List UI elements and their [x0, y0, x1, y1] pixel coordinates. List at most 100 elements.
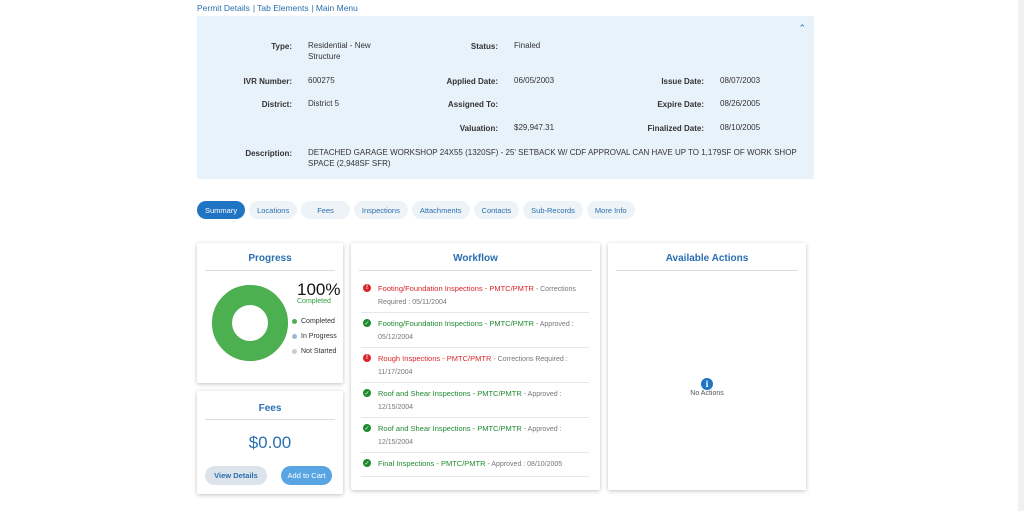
progress-donut-chart	[212, 285, 288, 361]
workflow-item-name[interactable]: Roof and Shear Inspections - PMTC/PMTR	[378, 424, 522, 433]
type-value-line2: Structure	[308, 52, 341, 61]
legend-dot-not-started	[292, 349, 297, 354]
tab-summary[interactable]: Summary	[197, 201, 246, 219]
valuation-label: Valuation:	[459, 124, 498, 133]
legend-dot-in-progress	[292, 334, 297, 339]
available-actions-title: Available Actions	[665, 253, 749, 264]
workflow-item-name[interactable]: Footing/Foundation Inspections - PMTC/PM…	[378, 284, 534, 293]
workflow-item-status-line2: 12/15/2004	[378, 404, 414, 411]
workflow-item-status-line2: 11/17/2004	[378, 369, 413, 376]
workflow-item: ✓ Footing/Foundation Inspections - PMTC/…	[361, 319, 589, 348]
workflow-item-status: - Corrections	[533, 286, 576, 293]
card-divider	[359, 270, 592, 271]
breadcrumb-nav: Permit Details | Tab Elements | Main Men…	[197, 3, 358, 13]
workflow-title: Workflow	[453, 253, 498, 264]
progress-percent-label: Completed	[297, 298, 331, 305]
available-actions-card: Available Actions i No Actions	[608, 243, 806, 490]
district-label: District:	[261, 100, 292, 109]
description-label: Description:	[245, 149, 292, 158]
nav-separator: |	[311, 3, 314, 13]
tab-fees[interactable]: Fees	[301, 201, 350, 219]
workflow-item: ✓ Roof and Shear Inspections - PMTC/PMTR…	[361, 389, 589, 418]
workflow-item-status-line2: Required : 05/11/2004	[378, 299, 447, 306]
workflow-item-text: Footing/Foundation Inspections - PMTC/PM…	[378, 318, 593, 344]
workflow-item: ✓ Final Inspections - PMTC/PMTR - Approv…	[361, 459, 589, 477]
no-actions-text: No Actions	[690, 390, 724, 397]
description-line1: DETACHED GARAGE WORKSHOP 24X55 (1320SF) …	[308, 148, 797, 157]
finalized-date-label: Finalized Date:	[647, 124, 704, 133]
workflow-item-text: Roof and Shear Inspections - PMTC/PMTR -…	[378, 423, 593, 449]
workflow-item-status-line2: 12/15/2004	[378, 439, 414, 446]
check-circle-icon: ✓	[363, 459, 371, 467]
permit-info-panel: ⌃ Type: Residential - New Structure Stat…	[197, 16, 814, 179]
legend-not-started: Not Started	[292, 348, 336, 355]
workflow-item-status: - Approved : 08/10/2005	[485, 461, 563, 468]
card-divider	[205, 270, 335, 271]
legend-completed: Completed	[292, 318, 335, 325]
workflow-item-name[interactable]: Footing/Foundation Inspections - PMTC/PM…	[378, 319, 534, 328]
scrollbar[interactable]	[1018, 0, 1024, 511]
legend-not-started-label: Not Started	[301, 348, 337, 355]
view-details-button[interactable]: View Details	[205, 466, 267, 485]
progress-percent: 100%	[297, 280, 341, 299]
status-value: Finaled	[514, 41, 541, 50]
fees-card: Fees $0.00 View Details Add to Cart	[197, 391, 343, 494]
legend-completed-label: Completed	[301, 318, 335, 325]
type-label: Type:	[271, 42, 292, 51]
workflow-item-status-line2: 05/12/2004	[378, 334, 414, 341]
workflow-item-status: - Approved :	[533, 321, 574, 328]
workflow-item: ! Footing/Foundation Inspections - PMTC/…	[361, 284, 589, 313]
issue-date-value: 08/07/2003	[720, 76, 761, 85]
workflow-item-status: - Approved :	[521, 391, 562, 398]
progress-title: Progress	[248, 253, 292, 264]
fees-title: Fees	[258, 403, 282, 414]
tab-attachments[interactable]: Attachments	[411, 201, 470, 219]
workflow-item-text: Final Inspections - PMTC/PMTR - Approved…	[378, 458, 593, 471]
workflow-item-name[interactable]: Final Inspections - PMTC/PMTR	[378, 459, 486, 468]
tab-more-info[interactable]: More Info	[586, 201, 635, 219]
description-line2: SPACE (2,948SF SFR)	[308, 159, 391, 168]
legend-dot-completed	[292, 319, 297, 324]
expire-date-value: 08/26/2005	[720, 99, 761, 108]
workflow-item-text: Rough Inspections - PMTC/PMTR - Correcti…	[378, 353, 593, 379]
issue-date-label: Issue Date:	[661, 77, 704, 86]
type-value: Residential - New Structure	[308, 40, 371, 62]
fees-amount: $0.00	[248, 433, 292, 452]
tab-locations[interactable]: Locations	[249, 201, 298, 219]
workflow-item: ✓ Roof and Shear Inspections - PMTC/PMTR…	[361, 424, 589, 453]
district-value: District 5	[308, 99, 340, 108]
workflow-item-status: - Approved :	[521, 426, 562, 433]
check-circle-icon: ✓	[363, 319, 371, 327]
card-divider	[616, 270, 798, 271]
legend-in-progress-label: In Progress	[301, 333, 337, 340]
valuation-value: $29,947.31	[514, 123, 555, 132]
ivr-number-label: IVR Number:	[243, 77, 292, 86]
donut-completed-arc	[212, 285, 288, 361]
record-tabs: Summary Locations Fees Inspections Attac…	[197, 201, 639, 219]
legend-in-progress: In Progress	[292, 333, 337, 340]
card-divider	[205, 419, 335, 420]
workflow-item-status: - Corrections Required :	[491, 356, 568, 363]
finalized-date-value: 08/10/2005	[720, 123, 761, 132]
workflow-card: Workflow ! Footing/Foundation Inspection…	[351, 243, 600, 490]
workflow-item: ! Rough Inspections - PMTC/PMTR - Correc…	[361, 354, 589, 383]
exclamation-circle-icon: !	[363, 354, 371, 362]
nav-separator: |	[252, 3, 256, 13]
workflow-item-text: Roof and Shear Inspections - PMTC/PMTR -…	[378, 388, 593, 414]
main-menu-link[interactable]: Main Menu	[316, 3, 358, 13]
workflow-item-text: Footing/Foundation Inspections - PMTC/PM…	[378, 283, 593, 309]
tab-elements-link[interactable]: Tab Elements	[257, 3, 309, 13]
add-to-cart-button[interactable]: Add to Cart	[281, 466, 332, 485]
check-circle-icon: ✓	[363, 389, 371, 397]
chevron-up-icon[interactable]: ⌃	[798, 23, 806, 34]
progress-card: Progress 100% Completed Completed In Pro…	[197, 243, 343, 383]
permit-details-link[interactable]: Permit Details	[197, 3, 250, 13]
workflow-item-name[interactable]: Rough Inspections - PMTC/PMTR	[378, 354, 491, 363]
tab-inspections[interactable]: Inspections	[353, 201, 408, 219]
tab-sub-records[interactable]: Sub-Records	[523, 201, 583, 219]
info-circle-icon: i	[701, 378, 713, 390]
check-circle-icon: ✓	[363, 424, 371, 432]
type-value-line1: Residential - New	[308, 41, 371, 50]
tab-contacts[interactable]: Contacts	[473, 201, 520, 219]
workflow-item-name[interactable]: Roof and Shear Inspections - PMTC/PMTR	[378, 389, 522, 398]
